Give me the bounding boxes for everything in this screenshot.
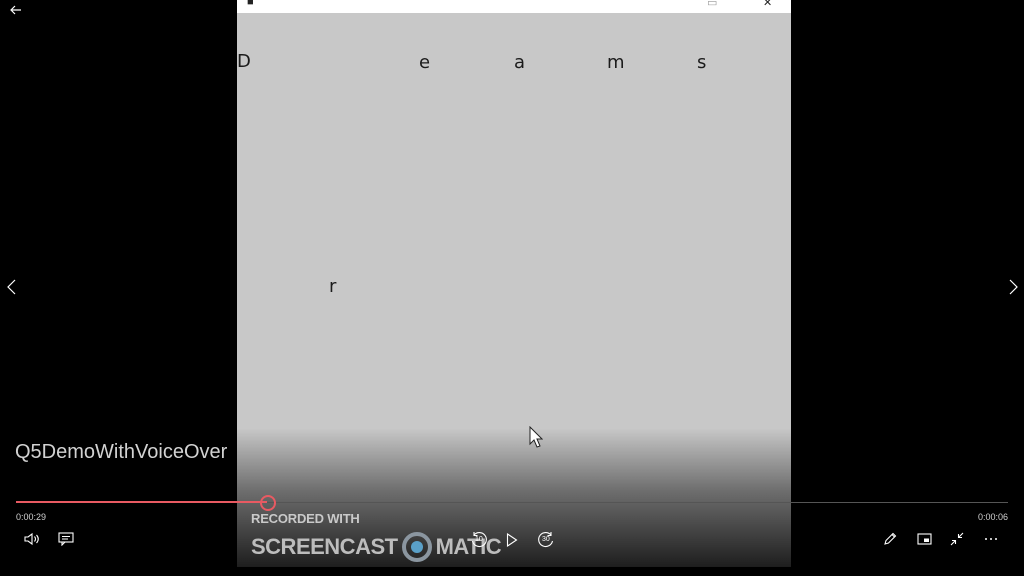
seek-progress (16, 501, 267, 503)
volume-icon (24, 532, 40, 546)
skip-back-seconds: 10 (475, 536, 483, 543)
watermark-recorded-with: RECORDED WITH (251, 511, 360, 526)
prev-chevron-icon (6, 279, 16, 300)
video-letter: r (329, 276, 337, 297)
edit-pen-icon (883, 532, 897, 546)
video-frame[interactable]: ■ ▭ ✕ D e a m s r RECORDED WITH SCREENCA… (237, 0, 791, 567)
video-letter: a (514, 52, 526, 73)
skip-forward-button[interactable]: 30 (532, 526, 560, 554)
skip-forward-seconds: 30 (542, 536, 550, 543)
frame-maximize-icon: ▭ (707, 0, 718, 9)
video-title: Q5DemoWithVoiceOver (15, 441, 228, 463)
frame-app-icon: ■ (247, 0, 254, 8)
video-letter: D (237, 51, 251, 72)
frame-title-bar: ■ ▭ ✕ (237, 0, 791, 13)
current-time: 0:00:29 (16, 512, 47, 522)
mini-view-icon (916, 533, 932, 545)
frame-close-icon: ✕ (763, 0, 773, 9)
video-letter: s (697, 52, 707, 73)
volume-button[interactable] (18, 525, 46, 553)
video-letter: e (419, 52, 431, 73)
play-icon (506, 533, 518, 547)
mouse-cursor-icon (529, 425, 544, 453)
mini-view-button[interactable] (910, 525, 938, 553)
more-icon (984, 537, 998, 541)
previous-button[interactable] (2, 276, 20, 302)
next-button[interactable] (1004, 276, 1022, 302)
captions-button[interactable] (52, 525, 80, 553)
seek-thumb[interactable] (259, 495, 276, 511)
next-chevron-icon (1009, 279, 1018, 300)
exit-fullscreen-button[interactable] (943, 525, 971, 553)
video-letter: m (607, 52, 625, 73)
back-arrow-icon (10, 2, 22, 20)
skip-back-icon: 10 (470, 531, 488, 549)
screencast-matic-watermark: SCREENCAST MATIC (251, 532, 502, 562)
skip-forward-icon: 30 (537, 531, 555, 549)
skip-back-button[interactable]: 10 (465, 526, 493, 554)
watermark-logo-icon (401, 532, 432, 562)
exit-fullscreen-icon (950, 532, 964, 546)
watermark-brand-left: SCREENCAST (251, 534, 398, 559)
total-time: 0:00:06 (977, 512, 1008, 522)
more-button[interactable] (977, 525, 1005, 553)
play-button[interactable] (498, 526, 526, 554)
edit-button[interactable] (876, 525, 904, 553)
captions-icon (58, 532, 74, 546)
back-button[interactable] (6, 2, 26, 20)
seek-bar[interactable] (16, 495, 1008, 511)
